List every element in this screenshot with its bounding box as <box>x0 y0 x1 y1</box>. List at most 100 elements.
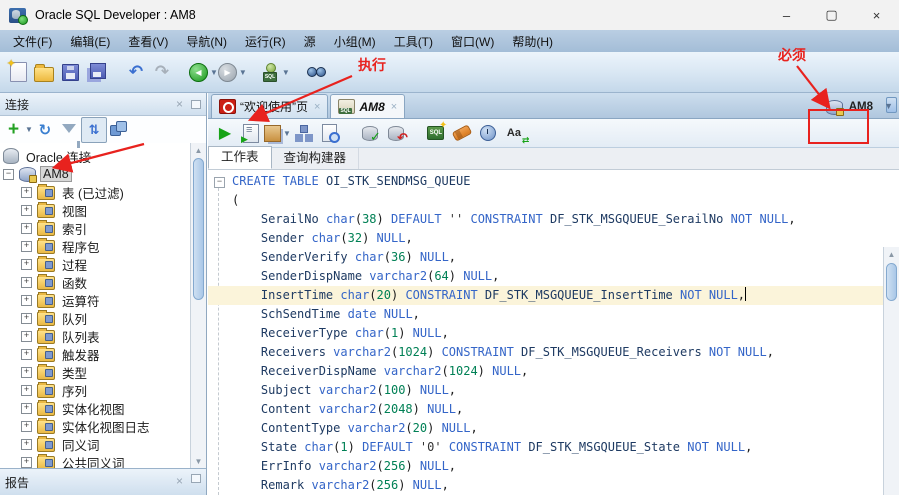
reports-close-icon[interactable]: × <box>176 474 183 488</box>
editor-scrollbar[interactable]: ▲ <box>883 247 899 495</box>
code-line[interactable]: ContentType varchar2(20) NULL, <box>232 419 883 438</box>
tree-node-connection-am8[interactable]: −AM8 <box>0 165 192 183</box>
reports-collapse-icon[interactable] <box>191 474 201 483</box>
refresh-button[interactable]: ↻ <box>33 118 57 142</box>
tree-node-15[interactable]: +同义词 <box>0 435 192 453</box>
save-all-button[interactable] <box>83 58 109 86</box>
tree-node-14[interactable]: +实体化视图日志 <box>0 417 192 435</box>
sql-code[interactable]: CREATE TABLE OI_STK_SENDMSG_QUEUE( Serai… <box>232 170 883 495</box>
code-line[interactable]: Sender char(32) NULL, <box>232 229 883 248</box>
menu-item-8[interactable]: 工具(T) <box>385 30 442 52</box>
tree-node-6[interactable]: +函数 <box>0 273 192 291</box>
new-file-button[interactable] <box>5 58 31 86</box>
run-statement-button[interactable]: ▶ <box>212 121 238 146</box>
tree-node-3[interactable]: +索引 <box>0 219 192 237</box>
search-button[interactable] <box>304 58 330 86</box>
menu-item-7[interactable]: 小组(M) <box>325 30 385 52</box>
open-file-button[interactable] <box>31 58 57 86</box>
editor-tab-1[interactable]: “欢迎使用”页× <box>211 94 328 118</box>
sort-button[interactable]: ⇅ <box>81 117 107 143</box>
expand-node-icon[interactable]: + <box>21 367 32 378</box>
tree-node-7[interactable]: +运算符 <box>0 291 192 309</box>
code-line[interactable]: SenderDispName varchar2(64) NULL, <box>232 267 883 286</box>
connections-user-button[interactable]: ▼ <box>261 58 290 86</box>
minimize-button[interactable]: – <box>764 0 809 30</box>
code-line[interactable]: InsertTime char(20) CONSTRAINT DF_STK_MS… <box>208 286 899 305</box>
connection-selector-caret-icon[interactable]: ▼ <box>884 101 893 111</box>
unshared-worksheet-button[interactable]: SQL <box>423 121 449 146</box>
maximize-button[interactable]: ▢ <box>809 0 854 30</box>
expand-node-icon[interactable]: + <box>21 313 32 324</box>
change-case-button[interactable]: Aa <box>501 121 527 146</box>
undo-button[interactable]: ↶ <box>123 58 149 86</box>
tree-node-4[interactable]: +程序包 <box>0 237 192 255</box>
code-line[interactable]: Content varchar2(2048) NULL, <box>232 400 883 419</box>
expand-node-icon[interactable]: + <box>21 259 32 270</box>
tree-node-9[interactable]: +队列表 <box>0 327 192 345</box>
collapse-all-button[interactable] <box>107 118 131 142</box>
menu-item-6[interactable]: 源 <box>295 30 325 52</box>
code-line[interactable]: Receivers varchar2(1024) CONSTRAINT DF_S… <box>232 343 883 362</box>
code-line[interactable]: Remark varchar2(256) NULL, <box>232 476 883 495</box>
save-button[interactable] <box>57 58 83 86</box>
collapse-node-icon[interactable]: − <box>3 169 14 180</box>
code-line[interactable]: ReceiverType char(1) NULL, <box>232 324 883 343</box>
dropdown-caret-icon[interactable]: ▼ <box>25 125 33 134</box>
subtab-2[interactable]: 查询构建器 <box>272 148 360 169</box>
menu-item-4[interactable]: 导航(N) <box>177 30 236 52</box>
dropdown-caret-icon[interactable]: ▼ <box>282 68 290 77</box>
code-line[interactable]: ( <box>232 191 883 210</box>
editor-scrollbar-thumb[interactable] <box>886 263 897 301</box>
code-line[interactable]: Subject varchar2(100) NULL, <box>232 381 883 400</box>
editor-scroll-up-icon[interactable]: ▲ <box>884 247 899 261</box>
expand-node-icon[interactable]: + <box>21 205 32 216</box>
commit-button[interactable] <box>357 121 383 146</box>
subtab-1[interactable]: 工作表 <box>208 146 272 169</box>
sql-history-button[interactable] <box>475 121 501 146</box>
tab-close-icon[interactable]: × <box>391 101 397 113</box>
menu-item-1[interactable]: 文件(F) <box>4 30 61 52</box>
expand-node-icon[interactable]: + <box>21 403 32 414</box>
back-button[interactable]: ◀▼ <box>189 58 218 86</box>
tree-node-8[interactable]: +队列 <box>0 309 192 327</box>
sql-editor[interactable]: − CREATE TABLE OI_STK_SENDMSG_QUEUE( Ser… <box>208 170 899 495</box>
code-line[interactable]: ReceiverDispName varchar2(1024) NULL, <box>232 362 883 381</box>
tree-scrollbar[interactable]: ▲ ▼ <box>190 143 206 468</box>
dropdown-caret-icon[interactable]: ▼ <box>210 68 218 77</box>
tab-close-icon[interactable]: × <box>314 101 320 113</box>
menu-item-5[interactable]: 运行(R) <box>236 30 295 52</box>
code-line[interactable]: CREATE TABLE OI_STK_SENDMSG_QUEUE <box>232 172 883 191</box>
expand-node-icon[interactable]: + <box>21 277 32 288</box>
expand-node-icon[interactable]: + <box>21 241 32 252</box>
tree-node-1[interactable]: +表 (已过滤) <box>0 183 192 201</box>
menu-item-2[interactable]: 编辑(E) <box>61 30 119 52</box>
code-line[interactable]: SerailNo char(38) DEFAULT '' CONSTRAINT … <box>232 210 883 229</box>
tree-root-oracle-connections[interactable]: Oracle 连接 <box>0 147 192 165</box>
scroll-down-icon[interactable]: ▼ <box>191 454 206 468</box>
tree-scrollbar-thumb[interactable] <box>193 158 204 300</box>
rollback-button[interactable] <box>383 121 409 146</box>
expand-node-icon[interactable]: + <box>21 295 32 306</box>
close-panel-icon[interactable]: × <box>176 97 183 111</box>
menu-item-3[interactable]: 查看(V) <box>119 30 177 52</box>
dropdown-caret-icon[interactable]: ▼ <box>283 129 291 138</box>
tree-node-2[interactable]: +视图 <box>0 201 192 219</box>
redo-button[interactable]: ↷ <box>149 58 175 86</box>
add-connection-button[interactable]: +▼ <box>4 118 33 142</box>
tree-node-10[interactable]: +触发器 <box>0 345 192 363</box>
code-line[interactable]: SchSendTime date NULL, <box>232 305 883 324</box>
expand-node-icon[interactable]: + <box>21 349 32 360</box>
filter-button[interactable] <box>57 118 81 142</box>
autotrace-button[interactable] <box>291 121 317 146</box>
editor-tab-2[interactable]: AM8× <box>330 94 405 118</box>
code-line[interactable]: ErrInfo varchar2(256) NULL, <box>232 457 883 476</box>
clear-button[interactable] <box>449 121 475 146</box>
collapse-panel-icon[interactable] <box>191 100 201 109</box>
explain-plan-button[interactable]: ▼ <box>264 121 291 146</box>
menu-item-9[interactable]: 窗口(W) <box>442 30 503 52</box>
tree-node-5[interactable]: +过程 <box>0 255 192 273</box>
menu-item-10[interactable]: 帮助(H) <box>503 30 562 52</box>
expand-node-icon[interactable]: + <box>21 421 32 432</box>
dropdown-caret-icon[interactable]: ▼ <box>239 68 247 77</box>
code-fold-icon[interactable]: − <box>214 177 225 188</box>
